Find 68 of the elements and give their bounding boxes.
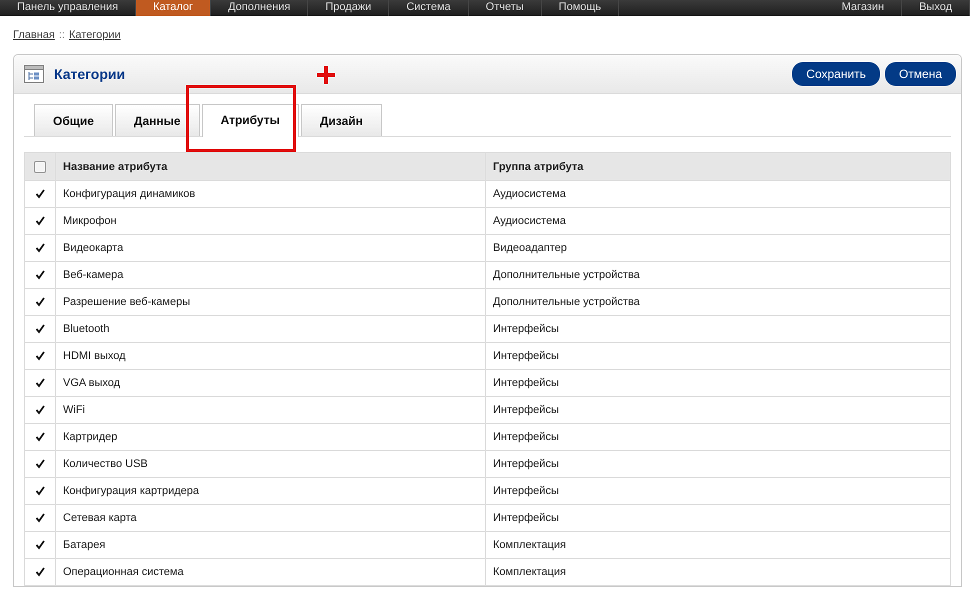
table-cell: Интерфейсы (486, 424, 950, 450)
table-cell: HDMI выход (56, 342, 486, 370)
menu-item[interactable]: Дополнения (211, 0, 308, 16)
tab[interactable]: Атрибуты (202, 104, 299, 137)
checkbox[interactable] (34, 485, 46, 498)
checkbox[interactable] (34, 404, 46, 416)
table-cell: Аудиосистема (486, 208, 950, 234)
checkbox[interactable] (34, 377, 46, 390)
action-button[interactable]: Сохранить (792, 62, 880, 86)
category-icon (24, 65, 44, 83)
table-cell: Сетевая карта (56, 504, 486, 532)
table-cell: WiFi (56, 396, 486, 424)
menu-item[interactable]: Отчеты (468, 0, 542, 16)
checkbox[interactable] (34, 431, 46, 444)
table-cell: Видеокарта (56, 234, 486, 262)
table-cell: Видеоадаптер (486, 234, 950, 262)
table-cell: Батарея (56, 532, 486, 558)
breadcrumb-link[interactable]: Главная (13, 29, 55, 41)
table-cell: Bluetooth (56, 316, 486, 342)
column-header: Группа атрибута (486, 152, 950, 180)
plus-icon (316, 65, 336, 85)
table-cell: Интерфейсы (486, 504, 950, 532)
table-cell: Картридер (56, 424, 486, 450)
checkbox[interactable] (34, 215, 46, 228)
table-cell: Количество USB (56, 450, 486, 478)
menu-item[interactable]: Выход (902, 0, 970, 16)
table-cell: Конфигурация динамиков (56, 180, 486, 208)
checkbox[interactable] (34, 269, 46, 282)
table-cell: Аудиосистема (486, 180, 950, 208)
table-cell: Интерфейсы (486, 396, 950, 424)
panel-title: Категории (54, 66, 126, 82)
checkbox[interactable] (34, 350, 46, 362)
breadcrumb-link[interactable]: Категории (69, 29, 121, 41)
table-cell: Интерфейсы (486, 342, 950, 370)
table-cell: Операционная система (56, 558, 486, 586)
table-cell: VGA выход (56, 370, 486, 396)
checkbox[interactable] (34, 160, 46, 173)
menu-item[interactable]: Система (389, 0, 469, 16)
table-cell: Интерфейсы (486, 370, 950, 396)
table-cell: Дополнительные устройства (486, 288, 950, 316)
menu-item[interactable]: Магазин (824, 0, 902, 16)
checkbox[interactable] (34, 566, 46, 578)
checkbox[interactable] (34, 242, 46, 254)
table-cell: Интерфейсы (486, 316, 950, 342)
menu-item[interactable]: Помощь (542, 0, 620, 16)
table-cell: Веб-камера (56, 262, 486, 288)
checkbox[interactable] (34, 458, 46, 470)
tab[interactable]: Общие (34, 104, 113, 136)
table-cell: Интерфейсы (486, 478, 950, 504)
column-header: Название атрибута (56, 152, 486, 180)
checkbox[interactable] (34, 512, 46, 524)
tab[interactable]: Данные (114, 104, 200, 136)
table-cell: Дополнительные устройства (486, 262, 950, 288)
menu-item[interactable]: Продажи (308, 0, 390, 16)
checkbox[interactable] (34, 539, 46, 552)
checkbox[interactable] (34, 296, 46, 308)
menu-item[interactable]: Каталог (136, 0, 212, 16)
action-button[interactable]: Отмена (884, 62, 956, 86)
checkbox[interactable] (34, 323, 46, 336)
table-cell: Интерфейсы (486, 450, 950, 478)
table-cell: Комплектация (486, 532, 950, 558)
tab[interactable]: Дизайн (300, 104, 382, 136)
table-cell: Конфигурация картридера (56, 478, 486, 504)
breadcrumb-separator: :: (58, 29, 65, 41)
table-cell: Микрофон (56, 208, 486, 234)
table-cell: Разрешение веб-камеры (56, 288, 486, 316)
checkbox[interactable] (34, 188, 46, 200)
table-cell: Комплектация (486, 558, 950, 586)
